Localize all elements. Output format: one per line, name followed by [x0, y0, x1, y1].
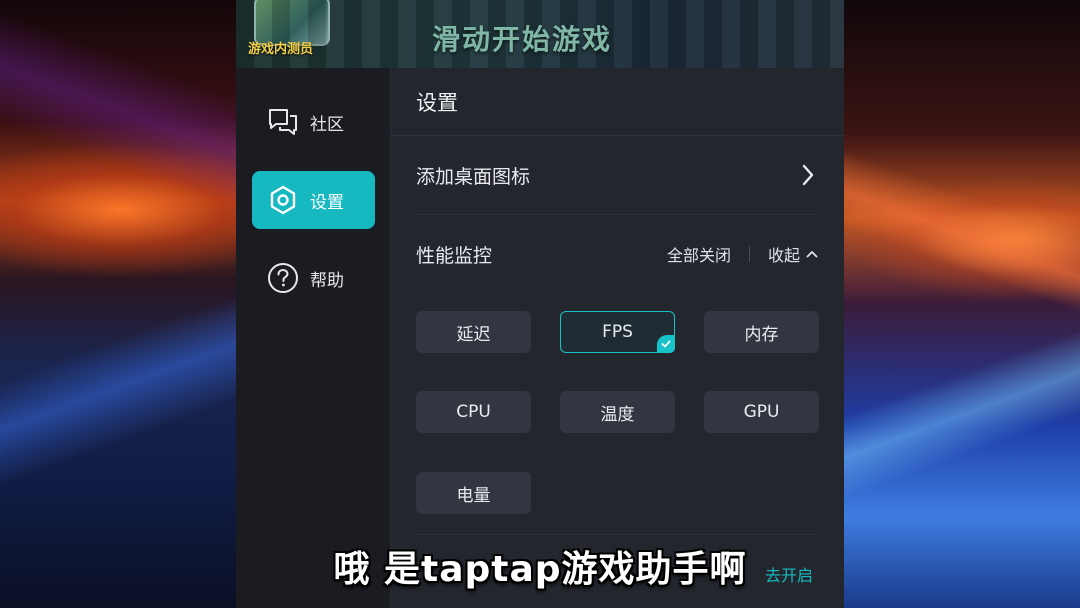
- background-left: [0, 0, 236, 608]
- section-divider: [416, 534, 818, 535]
- game-start-prompt[interactable]: 滑动开始游戏: [432, 18, 612, 58]
- performance-monitor-header: 性能监控 全部关闭 收起: [416, 224, 818, 284]
- chip-latency[interactable]: 延迟: [416, 311, 531, 353]
- chip-label: 延迟: [456, 324, 491, 345]
- sidebar-item-settings[interactable]: 设置: [252, 171, 375, 229]
- game-badge: 游戏内测员: [248, 42, 314, 57]
- performance-actions: 全部关闭 收起: [667, 242, 818, 266]
- game-header: 游戏内测员 滑动开始游戏: [236, 0, 844, 68]
- chip-label: 内存: [744, 324, 779, 345]
- action-divider: [748, 246, 750, 262]
- sidebar: 社区 设置 帮助: [236, 68, 391, 608]
- background-right: [844, 0, 1080, 608]
- sidebar-item-community[interactable]: 社区: [252, 93, 375, 151]
- panel-title: 设置: [391, 68, 844, 136]
- performance-monitor-title: 性能监控: [416, 244, 493, 267]
- question-circle-icon: [266, 261, 300, 295]
- chevron-right-icon: [798, 164, 818, 186]
- chip-cpu[interactable]: CPU: [416, 391, 531, 433]
- checkmark-icon: [657, 335, 675, 353]
- chip-gpu[interactable]: GPU: [704, 391, 819, 433]
- sidebar-item-label: 社区: [310, 114, 344, 135]
- sidebar-item-label: 帮助: [310, 270, 344, 291]
- sidebar-item-label: 设置: [310, 192, 344, 213]
- chip-label: 温度: [600, 404, 635, 425]
- collapse-label: 收起: [767, 246, 800, 265]
- collapse-button[interactable]: 收起: [768, 242, 818, 266]
- video-subtitle: 哦 是taptap游戏助手啊: [333, 549, 747, 590]
- chip-label: FPS: [602, 322, 633, 342]
- chip-battery[interactable]: 电量: [416, 472, 531, 514]
- chip-label: 电量: [456, 485, 491, 506]
- sidebar-item-help[interactable]: 帮助: [252, 249, 375, 307]
- chevron-up-icon: [806, 251, 818, 258]
- chat-bubbles-icon: [266, 105, 300, 139]
- chip-label: CPU: [456, 402, 491, 422]
- settings-panel: 设置 添加桌面图标 性能监控 全部关闭 收起 延迟 FPS 内存 CPU 温度 …: [391, 68, 844, 608]
- add-desktop-icon-label: 添加桌面图标: [416, 165, 531, 188]
- chip-temperature[interactable]: 温度: [560, 391, 675, 433]
- chip-label: GPU: [743, 402, 780, 422]
- add-desktop-icon-row[interactable]: 添加桌面图标: [416, 136, 818, 215]
- close-all-button[interactable]: 全部关闭: [667, 242, 731, 266]
- hexagon-settings-icon: [266, 183, 300, 217]
- chip-memory[interactable]: 内存: [704, 311, 819, 353]
- phone-screen: 游戏内测员 滑动开始游戏 社区 设置 帮助 设置 添加桌面图标 性能监控 全部关…: [236, 0, 844, 608]
- chip-fps[interactable]: FPS: [560, 311, 675, 353]
